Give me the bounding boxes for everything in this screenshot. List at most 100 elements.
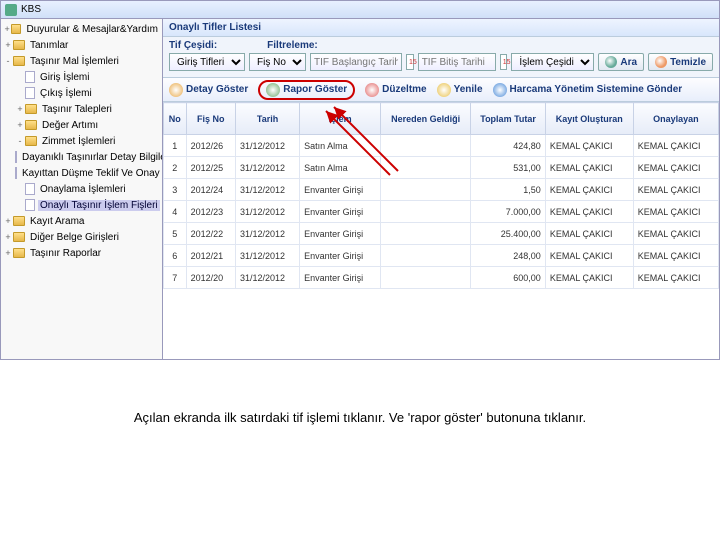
tree-twisty-icon[interactable]: + <box>3 232 13 242</box>
folder-icon <box>25 104 37 114</box>
tree-node[interactable]: +Tanımlar <box>3 37 160 53</box>
tree-node[interactable]: + Duyurular & Mesajlar&Yardım <box>3 21 160 37</box>
fix-button[interactable]: Düzeltme <box>365 83 426 97</box>
folder-icon <box>13 248 25 258</box>
tree-node[interactable]: - Zimmet İşlemleri <box>3 133 160 149</box>
fix-icon <box>365 83 379 97</box>
col-header[interactable]: Toplam Tutar <box>471 103 545 135</box>
tree-node[interactable]: +Diğer Belge Girişleri <box>3 229 160 245</box>
page-icon <box>15 151 17 163</box>
refresh-button[interactable]: Yenile <box>437 83 483 97</box>
label-filtreleme: Filtreleme: <box>267 40 318 51</box>
report-icon <box>266 83 280 97</box>
caption-text: Açılan ekranda ilk satırdaki tif işlemi … <box>0 410 720 425</box>
tree-label: Zimmet İşlemleri <box>40 136 117 147</box>
tree-node[interactable]: + Değer Artımı <box>3 117 160 133</box>
select-tif-cesidi[interactable]: Giriş Tifleri <box>169 53 245 71</box>
tree-label: Dayanıklı Taşınırlar Detay Bilgileri <box>20 152 163 163</box>
search-icon <box>605 56 617 68</box>
tree-node[interactable]: Onaylı Taşınır İşlem Fişleri <box>3 197 160 213</box>
main-panel: Onaylı Tifler Listesi Tif Çeşidi: Filtre… <box>163 19 719 359</box>
table-row[interactable]: 72012/2031/12/2012Envanter Girişi600,00K… <box>164 267 719 289</box>
table-row[interactable]: 42012/2331/12/2012Envanter Girişi7.000,0… <box>164 201 719 223</box>
folder-icon <box>11 24 21 34</box>
label-tif-cesidi: Tif Çeşidi: <box>169 40 217 51</box>
table-row[interactable]: 32012/2431/12/2012Envanter Girişi1,50KEM… <box>164 179 719 201</box>
tree-label: Onaylama İşlemleri <box>38 184 128 195</box>
nav-tree[interactable]: + Duyurular & Mesajlar&Yardım +Tanımlar - Ta… <box>1 19 163 359</box>
page-icon <box>15 167 17 179</box>
col-header[interactable]: Nereden Geldiği <box>381 103 471 135</box>
table-row[interactable]: 22012/2531/12/2012Satın Alma531,00KEMAL … <box>164 157 719 179</box>
col-header[interactable]: Onaylayan <box>633 103 718 135</box>
report-button[interactable]: Rapor Göster <box>258 80 355 100</box>
search-button[interactable]: Ara <box>598 53 644 71</box>
send-icon <box>493 83 507 97</box>
app-window: KBS + Duyurular & Mesajlar&Yardım +Tanımla… <box>0 0 720 360</box>
tree-node[interactable]: + Taşınır Raporlar <box>3 245 160 261</box>
refresh-icon <box>437 83 451 97</box>
clear-icon <box>655 56 667 68</box>
tree-node[interactable]: + Taşınır Talepleri <box>3 101 160 117</box>
send-button[interactable]: Harcama Yönetim Sistemine Gönder <box>493 83 683 97</box>
tree-label: Çıkış İşlemi <box>38 88 94 99</box>
calendar-start-icon[interactable] <box>406 54 414 70</box>
folder-icon <box>13 56 25 66</box>
titlebar: KBS <box>1 1 719 19</box>
tree-twisty-icon[interactable]: + <box>15 120 25 130</box>
col-header[interactable]: Tarih <box>235 103 299 135</box>
tree-label: Kayıttan Düşme Teklif Ve Onay Tutanağı <box>20 168 163 179</box>
tree-label: Kayıt Arama <box>28 216 86 227</box>
tree-label: Onaylı Taşınır İşlem Fişleri <box>38 200 160 211</box>
col-header[interactable]: Kayıt Oluşturan <box>545 103 633 135</box>
table-body: 12012/2631/12/2012Satın Alma424,80KEMAL … <box>164 135 719 289</box>
input-end-date[interactable] <box>418 53 496 71</box>
col-header[interactable]: Fiş No <box>186 103 235 135</box>
page-icon <box>25 199 35 211</box>
table-row[interactable]: 52012/2231/12/2012Envanter Girişi25.400,… <box>164 223 719 245</box>
detail-button[interactable]: Detay Göster <box>169 83 248 97</box>
tree-label: Giriş İşlemi <box>38 72 91 83</box>
select-fis-no[interactable]: Fiş No <box>249 53 306 71</box>
tree-node[interactable]: Onaylama İşlemleri <box>3 181 160 197</box>
toolbar: Detay Göster Rapor Göster Düzeltme Yenil… <box>163 78 719 102</box>
tree-label: Değer Artımı <box>40 120 100 131</box>
clear-button[interactable]: Temizle <box>648 53 713 71</box>
col-header[interactable]: İşlem <box>300 103 381 135</box>
table-row[interactable]: 12012/2631/12/2012Satın Alma424,80KEMAL … <box>164 135 719 157</box>
folder-icon <box>13 232 25 242</box>
folder-icon <box>13 216 25 226</box>
tree-twisty-icon[interactable]: - <box>15 136 25 146</box>
tree-twisty-icon[interactable]: + <box>3 24 11 34</box>
tree-twisty-icon[interactable]: + <box>3 248 13 258</box>
calendar-end-icon[interactable] <box>500 54 508 70</box>
tree-label: Duyurular & Mesajlar&Yardım <box>24 24 160 35</box>
tree-label: Taşınır Raporlar <box>28 248 103 259</box>
data-grid[interactable]: NoFiş NoTarihİşlemNereden GeldiğiToplam … <box>163 102 719 359</box>
app-logo-icon <box>5 4 17 16</box>
panel-title: Onaylı Tifler Listesi <box>163 19 719 37</box>
select-islem-cesidi[interactable]: İşlem Çeşidi <box>511 53 594 71</box>
tree-label: Taşınır Mal İşlemleri <box>28 56 121 67</box>
filter-bar: Tif Çeşidi: Filtreleme: Giriş Tifleri Fi… <box>163 37 719 78</box>
window-title: KBS <box>21 4 41 15</box>
tree-node[interactable]: Giriş İşlemi <box>3 69 160 85</box>
tree-node[interactable]: Çıkış İşlemi <box>3 85 160 101</box>
detail-icon <box>169 83 183 97</box>
page-icon <box>25 71 35 83</box>
tree-twisty-icon[interactable]: + <box>15 104 25 114</box>
tree-label: Taşınır Talepleri <box>40 104 114 115</box>
tree-node[interactable]: Dayanıklı Taşınırlar Detay Bilgileri <box>3 149 160 165</box>
table-row[interactable]: 62012/2131/12/2012Envanter Girişi248,00K… <box>164 245 719 267</box>
col-header[interactable]: No <box>164 103 187 135</box>
page-icon <box>25 87 35 99</box>
tree-twisty-icon[interactable]: + <box>3 216 13 226</box>
input-start-date[interactable] <box>310 53 402 71</box>
folder-icon <box>25 136 37 146</box>
tree-node[interactable]: - Taşınır Mal İşlemleri <box>3 53 160 69</box>
folder-icon <box>13 40 25 50</box>
tree-twisty-icon[interactable]: - <box>3 56 13 66</box>
tree-node[interactable]: + Kayıt Arama <box>3 213 160 229</box>
tree-twisty-icon[interactable]: + <box>3 40 13 50</box>
tree-node[interactable]: Kayıttan Düşme Teklif Ve Onay Tutanağı <box>3 165 160 181</box>
